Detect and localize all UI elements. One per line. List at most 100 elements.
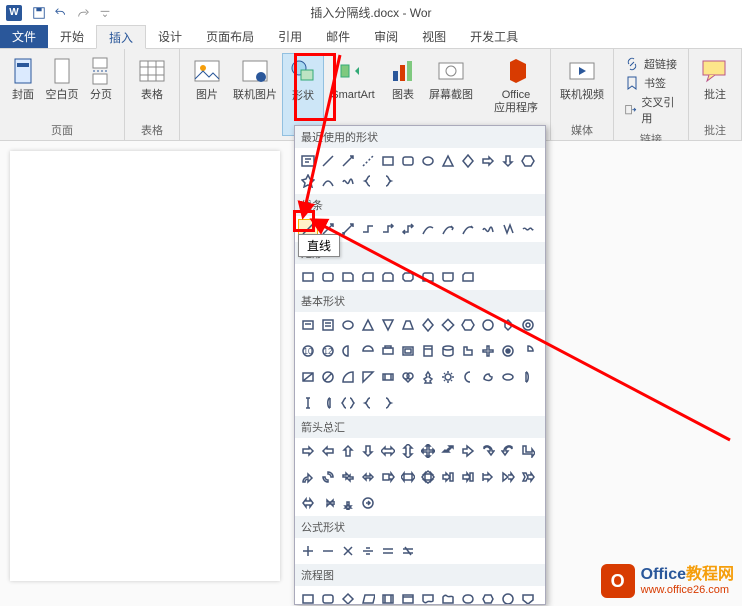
shape-arrow-right[interactable] [478, 151, 498, 171]
shape-brace-r[interactable] [378, 171, 398, 191]
shape-curve[interactable] [318, 171, 338, 191]
shape-r2[interactable] [318, 267, 338, 287]
shape-b25[interactable] [298, 367, 318, 387]
shape-r8[interactable] [438, 267, 458, 287]
shape-b2[interactable] [318, 315, 338, 335]
shape-a7[interactable] [418, 441, 438, 461]
shape-line[interactable] [318, 151, 338, 171]
shape-b26[interactable] [318, 367, 338, 387]
shape-triangle[interactable] [438, 151, 458, 171]
shape-a11[interactable] [498, 441, 518, 461]
smartart-button[interactable]: SmartArt [326, 53, 380, 136]
shape-f8[interactable] [438, 589, 458, 605]
shape-b17[interactable] [378, 341, 398, 361]
shape-a12[interactable] [518, 441, 538, 461]
shape-a15[interactable] [338, 467, 358, 487]
shape-f12[interactable] [518, 589, 538, 605]
shape-b28[interactable] [358, 367, 378, 387]
shape-b10[interactable] [478, 315, 498, 335]
shape-b6[interactable] [398, 315, 418, 335]
shape-connector[interactable] [358, 151, 378, 171]
shapes-button[interactable]: 形状 [282, 53, 324, 136]
shape-b33[interactable] [458, 367, 478, 387]
shape-b29[interactable] [378, 367, 398, 387]
shape-oval[interactable] [418, 151, 438, 171]
shape-b12[interactable] [518, 315, 538, 335]
shape-b9[interactable] [458, 315, 478, 335]
shape-b22[interactable] [478, 341, 498, 361]
shape-a14[interactable] [318, 467, 338, 487]
shape-r5[interactable] [378, 267, 398, 287]
shape-b8[interactable] [438, 315, 458, 335]
shape-b5[interactable] [378, 315, 398, 335]
shape-e3[interactable] [338, 541, 358, 561]
table-button[interactable]: 表格 [131, 53, 173, 120]
shape-a10[interactable] [478, 441, 498, 461]
shape-rect[interactable] [378, 151, 398, 171]
office-app-button[interactable]: Office 应用程序 [488, 53, 544, 136]
shape-arrow-down[interactable] [498, 151, 518, 171]
shape-a4[interactable] [358, 441, 378, 461]
shape-a2[interactable] [318, 441, 338, 461]
shape-diamond[interactable] [458, 151, 478, 171]
cover-page-button[interactable]: 封面 [6, 53, 40, 120]
online-video-button[interactable]: 联机视频 [557, 53, 607, 120]
shape-freeform[interactable] [338, 171, 358, 191]
qat-customize-icon[interactable] [94, 2, 116, 24]
shape-line-arrow[interactable] [338, 151, 358, 171]
shape-a8[interactable] [438, 441, 458, 461]
tab-review[interactable]: 审阅 [362, 25, 410, 48]
shape-b40[interactable] [358, 393, 378, 413]
tab-file[interactable]: 文件 [0, 25, 48, 48]
shape-b18[interactable] [398, 341, 418, 361]
tab-mailings[interactable]: 邮件 [314, 25, 362, 48]
shape-a26[interactable] [318, 493, 338, 513]
shape-b20[interactable] [438, 341, 458, 361]
shape-star[interactable] [298, 171, 318, 191]
shape-a17[interactable] [378, 467, 398, 487]
shape-b14[interactable]: 12 [318, 341, 338, 361]
shape-e2[interactable] [318, 541, 338, 561]
shape-b21[interactable] [458, 341, 478, 361]
shape-b41[interactable] [378, 393, 398, 413]
shape-f6[interactable] [398, 589, 418, 605]
shape-b37[interactable] [298, 393, 318, 413]
shape-r4[interactable] [358, 267, 378, 287]
page-break-button[interactable]: 分页 [84, 53, 118, 120]
shape-a16[interactable] [358, 467, 378, 487]
shape-f2[interactable] [318, 589, 338, 605]
shape-e1[interactable] [298, 541, 318, 561]
shape-b3[interactable] [338, 315, 358, 335]
shape-a24[interactable] [518, 467, 538, 487]
shape-line-6[interactable] [398, 219, 418, 239]
shape-a6[interactable] [398, 441, 418, 461]
tab-design[interactable]: 设计 [146, 25, 194, 48]
shape-b38[interactable] [318, 393, 338, 413]
shape-b23[interactable] [498, 341, 518, 361]
shape-a22[interactable] [478, 467, 498, 487]
shape-b35[interactable] [498, 367, 518, 387]
tab-view[interactable]: 视图 [410, 25, 458, 48]
shape-r7[interactable] [418, 267, 438, 287]
shape-b16[interactable] [358, 341, 378, 361]
shape-round-rect[interactable] [398, 151, 418, 171]
shape-a25[interactable] [298, 493, 318, 513]
shape-b27[interactable] [338, 367, 358, 387]
shape-f4[interactable] [358, 589, 378, 605]
shape-b32[interactable] [438, 367, 458, 387]
shape-a3[interactable] [338, 441, 358, 461]
shape-r9[interactable] [458, 267, 478, 287]
shape-a23[interactable] [498, 467, 518, 487]
shape-b31[interactable] [418, 367, 438, 387]
shapes-dropdown-panel[interactable]: 最近使用的形状 线条 矩形 [294, 125, 546, 605]
tab-developer[interactable]: 开发工具 [458, 25, 530, 48]
shape-b34[interactable] [478, 367, 498, 387]
bookmark-button[interactable]: 书签 [622, 74, 680, 92]
tab-insert[interactable]: 插入 [96, 25, 146, 49]
shape-r1[interactable] [298, 267, 318, 287]
shape-a9[interactable] [458, 441, 478, 461]
shape-line-9[interactable] [458, 219, 478, 239]
shape-f11[interactable] [498, 589, 518, 605]
screenshot-button[interactable]: 屏幕截图 [426, 53, 476, 136]
shape-line-12[interactable] [518, 219, 538, 239]
